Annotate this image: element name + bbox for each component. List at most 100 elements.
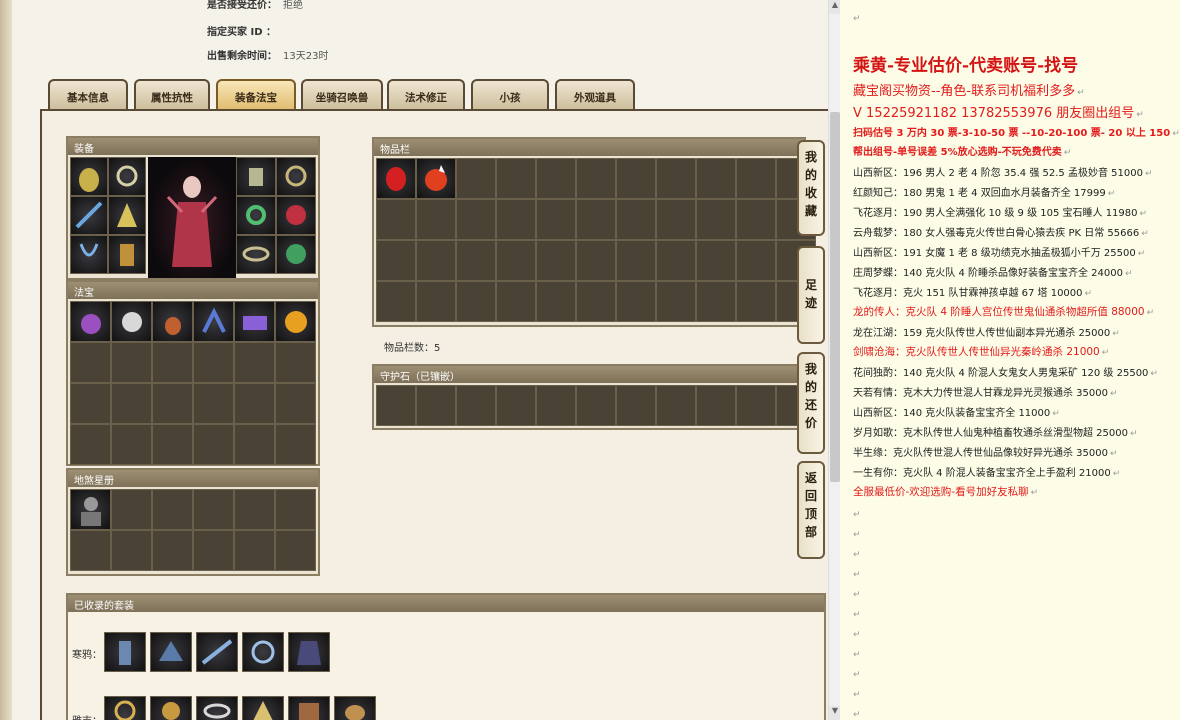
inventory-slot[interactable] bbox=[456, 281, 496, 322]
fabao-slot[interactable] bbox=[275, 342, 316, 383]
inventory-slot[interactable] bbox=[456, 240, 496, 281]
inventory-slot[interactable] bbox=[656, 158, 696, 199]
map-slot[interactable] bbox=[70, 489, 111, 530]
map-slot[interactable] bbox=[111, 530, 152, 571]
inventory-slot[interactable] bbox=[536, 240, 576, 281]
my-favorites-button[interactable]: 我的收藏 bbox=[797, 140, 825, 236]
tab-mounts[interactable]: 坐骑召唤兽 bbox=[301, 79, 383, 109]
suit-item[interactable] bbox=[196, 632, 238, 672]
equip-slot[interactable] bbox=[108, 157, 146, 196]
inventory-slot[interactable] bbox=[376, 199, 416, 240]
guard-slot[interactable] bbox=[736, 385, 776, 426]
fabao-slot[interactable] bbox=[193, 342, 234, 383]
tab-appearance[interactable]: 外观道具 bbox=[555, 79, 635, 109]
inventory-slot[interactable] bbox=[536, 199, 576, 240]
inventory-slot[interactable] bbox=[576, 158, 616, 199]
guard-slot[interactable] bbox=[536, 385, 576, 426]
map-slot[interactable] bbox=[152, 489, 193, 530]
guard-slot[interactable] bbox=[456, 385, 496, 426]
inventory-slot[interactable] bbox=[616, 199, 656, 240]
inventory-slot[interactable] bbox=[736, 158, 776, 199]
inventory-slot[interactable] bbox=[416, 240, 456, 281]
inventory-slot[interactable] bbox=[496, 240, 536, 281]
inventory-slot[interactable] bbox=[496, 158, 536, 199]
map-slot[interactable] bbox=[152, 530, 193, 571]
inventory-slot[interactable] bbox=[736, 240, 776, 281]
fabao-slot[interactable] bbox=[70, 301, 111, 342]
fabao-slot[interactable] bbox=[275, 301, 316, 342]
map-slot[interactable] bbox=[275, 530, 316, 571]
map-slot[interactable] bbox=[234, 530, 275, 571]
fabao-slot[interactable] bbox=[111, 342, 152, 383]
fabao-slot[interactable] bbox=[234, 301, 275, 342]
map-slot[interactable] bbox=[193, 530, 234, 571]
inventory-slot[interactable] bbox=[696, 158, 736, 199]
suit-item[interactable] bbox=[242, 696, 284, 720]
fabao-slot[interactable] bbox=[234, 342, 275, 383]
inventory-slot[interactable] bbox=[616, 281, 656, 322]
suit-item[interactable] bbox=[288, 696, 330, 720]
inventory-slot[interactable] bbox=[496, 281, 536, 322]
footprint-button[interactable]: 足迹 bbox=[797, 246, 825, 344]
fabao-slot[interactable] bbox=[152, 424, 193, 465]
inventory-slot[interactable] bbox=[536, 281, 576, 322]
inventory-slot[interactable] bbox=[576, 199, 616, 240]
suit-item[interactable] bbox=[150, 696, 192, 720]
inventory-slot[interactable] bbox=[656, 281, 696, 322]
guard-slot[interactable] bbox=[376, 385, 416, 426]
suit-item[interactable] bbox=[150, 632, 192, 672]
inventory-slot[interactable] bbox=[656, 199, 696, 240]
inventory-slot[interactable] bbox=[416, 199, 456, 240]
map-slot[interactable] bbox=[275, 489, 316, 530]
page-scrollbar[interactable]: ▲ ▼ bbox=[828, 0, 841, 720]
fabao-slot[interactable] bbox=[193, 301, 234, 342]
equip-slot[interactable] bbox=[236, 196, 276, 235]
guard-slot[interactable] bbox=[696, 385, 736, 426]
tab-spells[interactable]: 法术修正 bbox=[387, 79, 465, 109]
inventory-slot[interactable] bbox=[616, 240, 656, 281]
fabao-slot[interactable] bbox=[275, 383, 316, 424]
suit-item[interactable] bbox=[104, 696, 146, 720]
tab-attributes[interactable]: 属性抗性 bbox=[134, 79, 210, 109]
inventory-slot[interactable] bbox=[456, 199, 496, 240]
inventory-slot[interactable] bbox=[416, 281, 456, 322]
inventory-slot[interactable] bbox=[376, 240, 416, 281]
fabao-slot[interactable] bbox=[193, 424, 234, 465]
equip-slot[interactable] bbox=[276, 196, 316, 235]
equip-slot[interactable] bbox=[70, 235, 108, 274]
inventory-slot[interactable] bbox=[736, 281, 776, 322]
fabao-slot[interactable] bbox=[70, 342, 111, 383]
scroll-thumb[interactable] bbox=[830, 112, 840, 482]
tab-basic[interactable]: 基本信息 bbox=[48, 79, 128, 109]
inventory-slot[interactable] bbox=[696, 199, 736, 240]
equip-slot[interactable] bbox=[276, 157, 316, 196]
fabao-slot[interactable] bbox=[111, 424, 152, 465]
equip-slot[interactable] bbox=[236, 157, 276, 196]
fabao-slot[interactable] bbox=[152, 342, 193, 383]
fabao-slot[interactable] bbox=[193, 383, 234, 424]
guard-slot[interactable] bbox=[416, 385, 456, 426]
fabao-slot[interactable] bbox=[234, 424, 275, 465]
fabao-slot[interactable] bbox=[275, 424, 316, 465]
fabao-slot[interactable] bbox=[111, 301, 152, 342]
inventory-slot[interactable] bbox=[416, 158, 456, 199]
tab-child[interactable]: 小孩 bbox=[471, 79, 549, 109]
map-slot[interactable] bbox=[193, 489, 234, 530]
equip-slot[interactable] bbox=[276, 235, 316, 274]
suit-item[interactable] bbox=[288, 632, 330, 672]
guard-slot[interactable] bbox=[576, 385, 616, 426]
suit-item[interactable] bbox=[242, 632, 284, 672]
map-slot[interactable] bbox=[234, 489, 275, 530]
guard-slot[interactable] bbox=[496, 385, 536, 426]
inventory-slot[interactable] bbox=[576, 240, 616, 281]
tab-equipment[interactable]: 装备法宝 bbox=[216, 79, 296, 109]
inventory-slot[interactable] bbox=[496, 199, 536, 240]
equip-slot[interactable] bbox=[70, 157, 108, 196]
fabao-slot[interactable] bbox=[70, 383, 111, 424]
equip-slot[interactable] bbox=[70, 196, 108, 235]
fabao-slot[interactable] bbox=[70, 424, 111, 465]
guard-slot[interactable] bbox=[616, 385, 656, 426]
inventory-slot[interactable] bbox=[696, 240, 736, 281]
guard-slot[interactable] bbox=[656, 385, 696, 426]
inventory-slot[interactable] bbox=[456, 158, 496, 199]
